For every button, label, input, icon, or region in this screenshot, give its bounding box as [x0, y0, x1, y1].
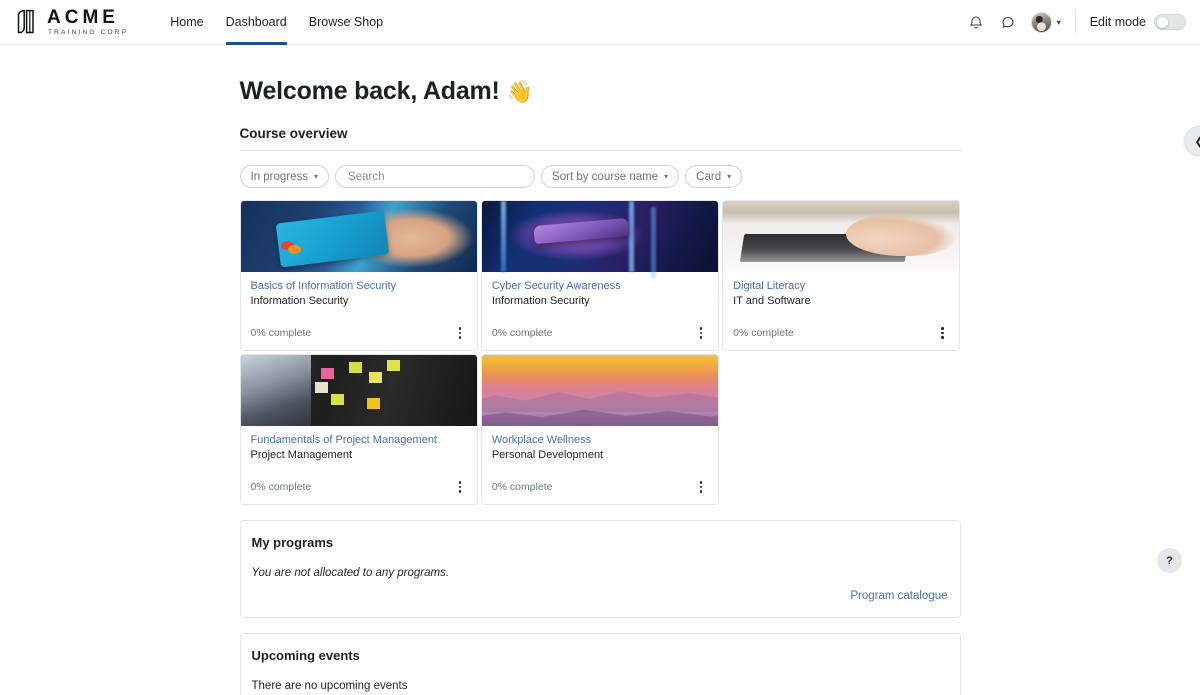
- upcoming-events-title: Upcoming events: [252, 648, 948, 663]
- header-divider: [1075, 11, 1076, 33]
- my-programs-panel: My programs You are not allocated to any…: [240, 520, 961, 618]
- course-card[interactable]: Digital Literacy IT and Software 0% comp…: [722, 200, 960, 351]
- course-progress: 0% complete: [492, 481, 553, 493]
- chevron-left-icon: ❮: [1194, 135, 1200, 148]
- course-category: Information Security: [492, 295, 708, 307]
- course-thumbnail: [482, 201, 718, 272]
- course-category: IT and Software: [733, 295, 949, 307]
- course-progress: 0% complete: [733, 327, 794, 339]
- course-card[interactable]: Basics of Information Security Informati…: [240, 200, 478, 351]
- chevron-down-icon: ▾: [1057, 18, 1061, 27]
- kebab-menu-icon[interactable]: [694, 479, 708, 495]
- nav-link-dashboard[interactable]: Dashboard: [226, 0, 287, 45]
- course-card-grid-row-2: Fundamentals of Project Management Proje…: [240, 354, 961, 505]
- chevron-down-icon: ▾: [727, 172, 731, 181]
- kebab-menu-icon[interactable]: [935, 325, 949, 341]
- page-body: ❮ ? Welcome back, Adam! 👋 Course overvie…: [0, 45, 1200, 695]
- help-button[interactable]: ?: [1157, 548, 1182, 573]
- course-card-body: Cyber Security Awareness Information Sec…: [482, 272, 718, 325]
- course-title-link[interactable]: Digital Literacy: [733, 280, 949, 292]
- toggle-knob: [1157, 17, 1168, 28]
- primary-nav: Home Dashboard Browse Shop: [170, 0, 383, 45]
- course-card-grid-row-1: Basics of Information Security Informati…: [240, 200, 961, 351]
- edit-mode-toggle[interactable]: [1154, 14, 1186, 30]
- course-category: Project Management: [251, 449, 467, 461]
- course-card-body: Fundamentals of Project Management Proje…: [241, 426, 477, 479]
- chevron-down-icon: ▾: [314, 172, 318, 181]
- program-catalogue-link[interactable]: Program catalogue: [252, 590, 948, 602]
- filter-view-dropdown[interactable]: Card ▾: [685, 165, 742, 188]
- course-card-footer: 0% complete: [723, 325, 959, 350]
- course-thumbnail: [723, 201, 959, 272]
- course-card-body: Basics of Information Security Informati…: [241, 272, 477, 325]
- search-input[interactable]: [335, 165, 535, 188]
- course-card-body: Workplace Wellness Personal Development: [482, 426, 718, 479]
- main-content: Welcome back, Adam! 👋 Course overview In…: [240, 45, 961, 695]
- course-card-footer: 0% complete: [482, 479, 718, 504]
- nav-link-home[interactable]: Home: [170, 0, 203, 45]
- course-card[interactable]: Workplace Wellness Personal Development …: [481, 354, 719, 505]
- course-progress: 0% complete: [251, 327, 312, 339]
- course-title-link[interactable]: Workplace Wellness: [492, 434, 708, 446]
- course-card[interactable]: Cyber Security Awareness Information Sec…: [481, 200, 719, 351]
- upcoming-events-panel: Upcoming events There are no upcoming ev…: [240, 633, 961, 695]
- course-card-body: Digital Literacy IT and Software: [723, 272, 959, 325]
- brand-name: ACME: [47, 8, 128, 27]
- course-progress: 0% complete: [251, 481, 312, 493]
- bell-icon[interactable]: [967, 13, 985, 31]
- course-filter-bar: In progress ▾ Sort by course name ▾ Card…: [240, 165, 961, 188]
- course-title-link[interactable]: Cyber Security Awareness: [492, 280, 708, 292]
- welcome-text: Welcome back, Adam!: [240, 77, 500, 105]
- filter-status-label: In progress: [251, 171, 309, 183]
- waving-hand-icon: 👋: [506, 81, 532, 104]
- course-grid-empty-slot: [722, 354, 960, 505]
- kebab-menu-icon[interactable]: [694, 325, 708, 341]
- my-programs-empty-text: You are not allocated to any programs.: [252, 567, 948, 579]
- course-card-footer: 0% complete: [241, 325, 477, 350]
- brand-tagline: TRAINING CORP: [48, 30, 128, 37]
- edit-mode-label: Edit mode: [1090, 15, 1146, 29]
- course-category: Information Security: [251, 295, 467, 307]
- course-progress: 0% complete: [492, 327, 553, 339]
- user-menu[interactable]: ▾: [1031, 12, 1061, 33]
- upcoming-events-empty-text: There are no upcoming events: [252, 680, 948, 692]
- course-thumbnail: [482, 355, 718, 426]
- page-title: Welcome back, Adam! 👋: [240, 77, 961, 106]
- course-overview-heading: Course overview: [240, 126, 961, 151]
- brand-logo[interactable]: ACME TRAINING CORP: [16, 8, 128, 37]
- course-category: Personal Development: [492, 449, 708, 461]
- filter-sort-dropdown[interactable]: Sort by course name ▾: [541, 165, 679, 188]
- course-title-link[interactable]: Fundamentals of Project Management: [251, 434, 467, 446]
- filter-status-dropdown[interactable]: In progress ▾: [240, 165, 330, 188]
- speech-bubble-icon[interactable]: [999, 13, 1017, 31]
- kebab-menu-icon[interactable]: [453, 325, 467, 341]
- course-card[interactable]: Fundamentals of Project Management Proje…: [240, 354, 478, 505]
- filter-sort-label: Sort by course name: [552, 171, 658, 183]
- filter-view-label: Card: [696, 171, 721, 183]
- course-card-footer: 0% complete: [241, 479, 477, 504]
- course-card-footer: 0% complete: [482, 325, 718, 350]
- course-title-link[interactable]: Basics of Information Security: [251, 280, 467, 292]
- course-thumbnail: [241, 355, 477, 426]
- nav-link-browse-shop[interactable]: Browse Shop: [309, 0, 383, 45]
- kebab-menu-icon[interactable]: [453, 479, 467, 495]
- header-actions: ▾ Edit mode: [967, 11, 1186, 33]
- avatar: [1031, 12, 1052, 33]
- my-programs-title: My programs: [252, 535, 948, 550]
- top-navbar: ACME TRAINING CORP Home Dashboard Browse…: [0, 0, 1200, 45]
- chevron-down-icon: ▾: [664, 172, 668, 181]
- edit-mode-control[interactable]: Edit mode: [1090, 14, 1186, 30]
- course-thumbnail: [241, 201, 477, 272]
- drawer-toggle-button[interactable]: ❮: [1184, 126, 1200, 156]
- building-columns-icon: [16, 9, 40, 35]
